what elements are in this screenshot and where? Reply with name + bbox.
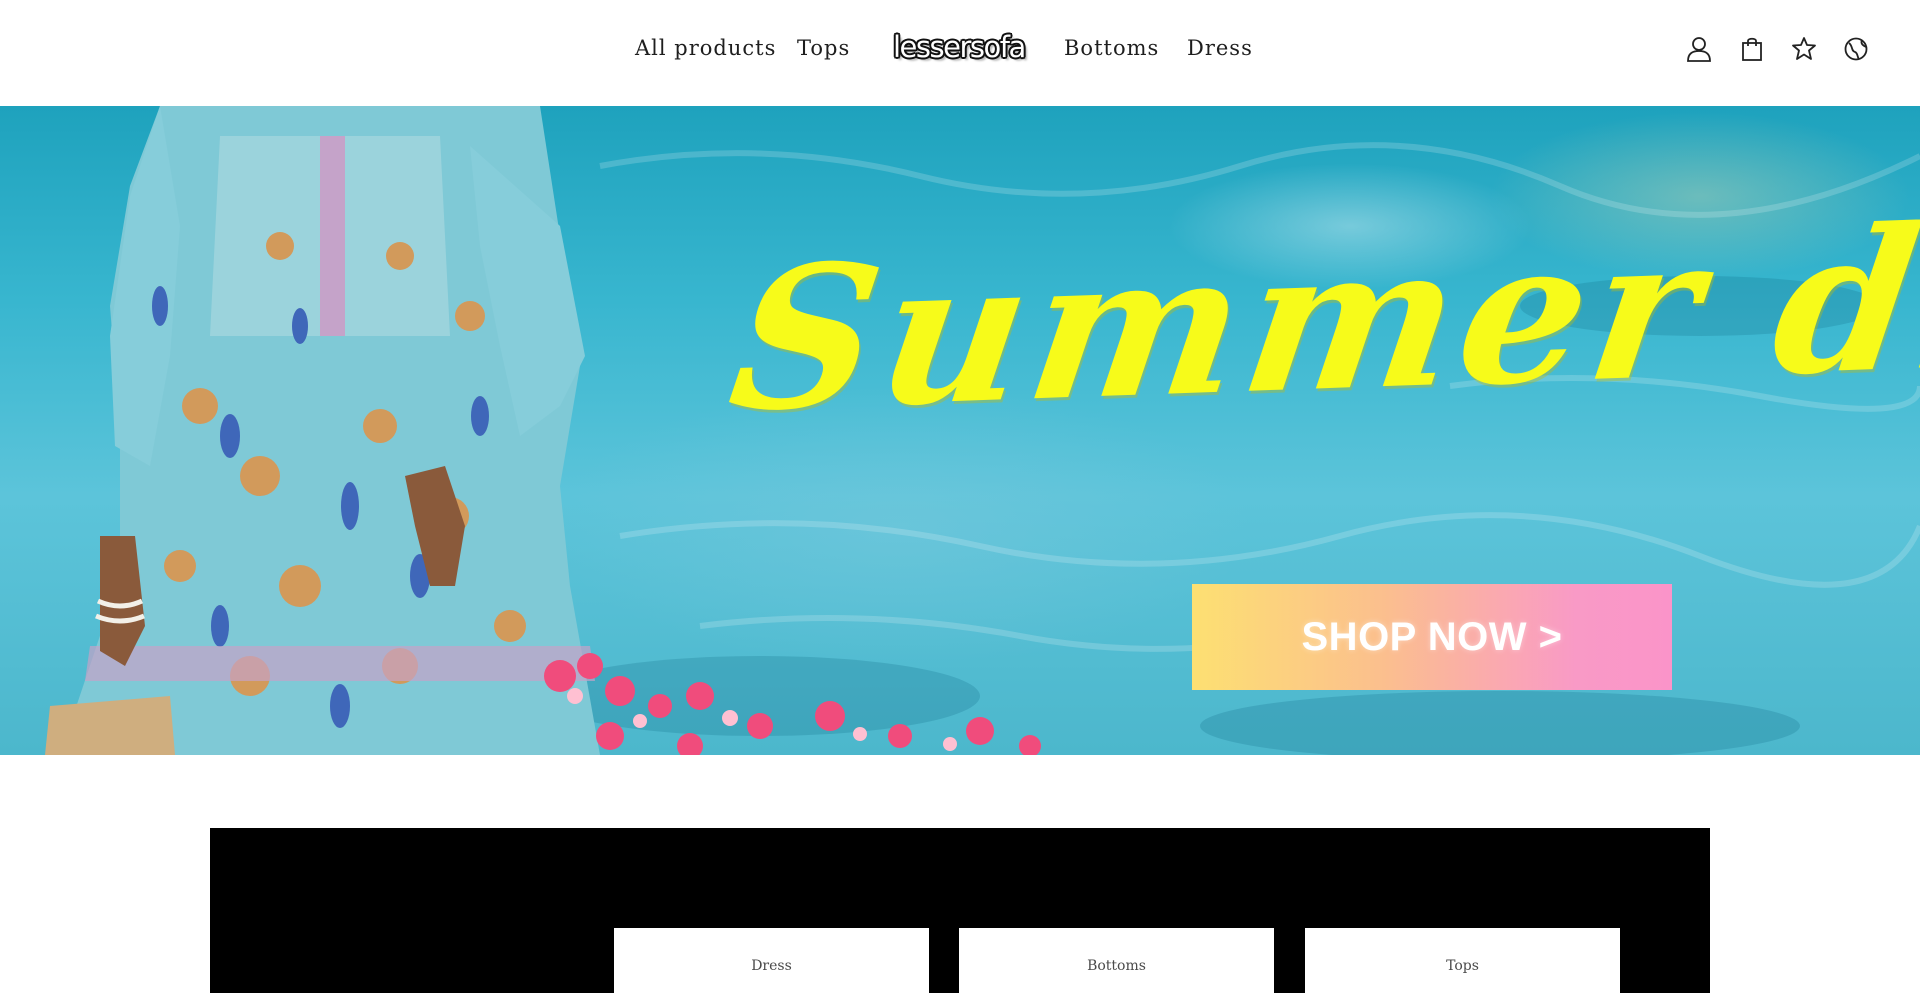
cart-icon[interactable]: [1737, 34, 1767, 64]
category-label: Tops: [1446, 958, 1479, 974]
nav-dress[interactable]: Dress: [1187, 36, 1253, 60]
account-icon[interactable]: [1684, 34, 1714, 64]
star-icon[interactable]: [1789, 34, 1819, 64]
nav-all-products[interactable]: All products: [635, 36, 776, 60]
model-photo: [45, 106, 600, 755]
site-logo[interactable]: lessersofa: [893, 30, 1026, 64]
shop-now-button[interactable]: SHOP NOW >: [1192, 584, 1672, 690]
category-section: Dress Bottoms Tops: [210, 828, 1710, 993]
category-card-bottoms[interactable]: Bottoms: [959, 928, 1274, 993]
language-icon[interactable]: [1841, 34, 1871, 64]
category-label: Bottoms: [1087, 958, 1146, 974]
category-label: Dress: [751, 958, 792, 974]
nav-bottoms[interactable]: Bottoms: [1064, 36, 1159, 60]
hero-banner: Summer discou SHOP NOW >: [0, 106, 1920, 755]
category-card-dress[interactable]: Dress: [614, 928, 929, 993]
site-header: All products Tops lessersofa Bottoms Dre…: [0, 0, 1920, 106]
category-card-tops[interactable]: Tops: [1305, 928, 1620, 993]
shop-now-label: SHOP NOW >: [1301, 614, 1563, 659]
nav-tops[interactable]: Tops: [797, 36, 850, 60]
